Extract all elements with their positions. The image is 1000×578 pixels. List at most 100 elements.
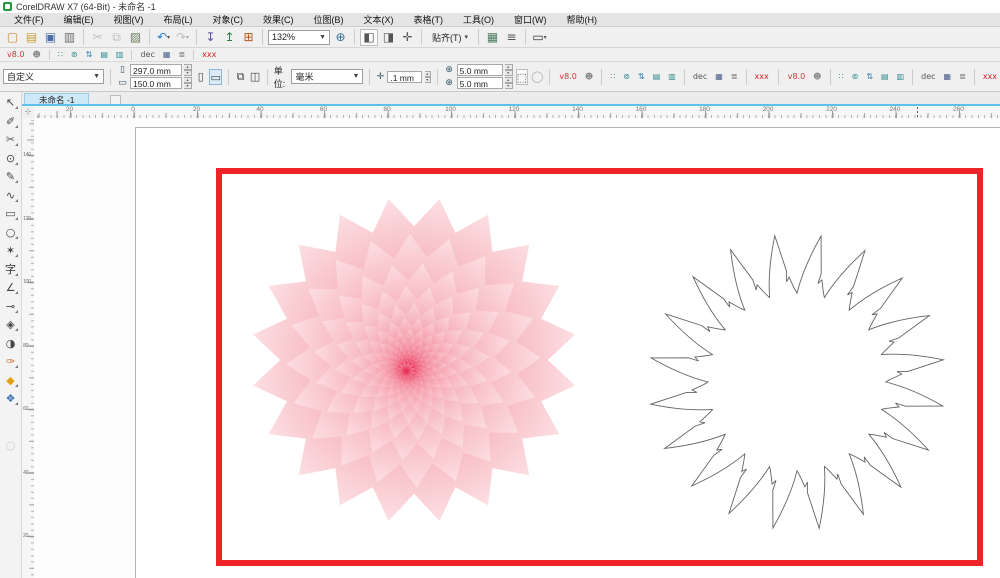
menu-item-12[interactable]: 帮助(H) [557, 13, 608, 26]
import-document-button[interactable]: ▤ [97, 49, 111, 61]
version-badge[interactable]: v8.0 [4, 49, 27, 61]
designer-profile-icon[interactable]: ☻ [810, 71, 824, 83]
rectangle-tool[interactable]: ▭ [3, 206, 18, 221]
menu-item-7[interactable]: 位图(B) [304, 13, 354, 26]
print-button[interactable]: ▥ [61, 29, 78, 46]
units-combobox[interactable]: 毫米 ▼ [291, 69, 363, 84]
layers-stack-button[interactable]: ≣ [728, 71, 741, 83]
welcome-screen-button[interactable]: ▭▾ [531, 29, 548, 46]
transparency-tool[interactable]: ◑ [3, 336, 18, 351]
export-button[interactable]: ↥ [221, 29, 238, 46]
zoom-tool[interactable]: ⊙ [3, 151, 18, 166]
import-document-button[interactable]: ▤ [650, 71, 664, 83]
designer-profile-icon[interactable]: ☻ [29, 49, 43, 61]
duplicate-x-field[interactable]: 5.0 mm [457, 64, 503, 76]
menu-item-9[interactable]: 表格(T) [404, 13, 454, 26]
rgb-cmyk-convert-button[interactable]: ⇅ [635, 71, 648, 83]
paste-button[interactable]: ▨ [127, 29, 144, 46]
open-button[interactable]: ▤ [23, 29, 40, 46]
decimal-precision-button[interactable]: dec [690, 71, 710, 83]
menu-item-6[interactable]: 效果(C) [253, 13, 304, 26]
menu-item-5[interactable]: 对象(C) [203, 13, 254, 26]
export-document-button[interactable]: ▥ [665, 71, 679, 83]
align-nodes-button[interactable]: ∷ [607, 71, 618, 83]
decimal-precision-button[interactable]: dec [918, 71, 938, 83]
rgb-cmyk-convert-button[interactable]: ⇅ [863, 71, 876, 83]
outline-pen-tool[interactable]: ○ [3, 438, 18, 453]
rgb-cmyk-convert-button[interactable]: ⇅ [83, 49, 96, 61]
xxx-macro-button[interactable]: xxx [752, 71, 772, 83]
rotate-angle-button[interactable]: ⊚ [849, 71, 862, 83]
import-button[interactable]: ↧ [202, 29, 219, 46]
polygon-tool[interactable]: ✶ [3, 243, 18, 258]
treat-as-filled-button[interactable]: ⬚ [516, 69, 528, 85]
options-button[interactable]: ▦ [484, 29, 501, 46]
application-launcher-button[interactable]: ⊞ [240, 29, 257, 46]
xxx-macro-button[interactable]: xxx [199, 49, 219, 61]
menu-item-10[interactable]: 工具(O) [453, 13, 504, 26]
menu-item-4[interactable]: 布局(L) [154, 13, 203, 26]
ellipse-tool[interactable]: ○ [3, 225, 18, 240]
undo-button[interactable]: ↶▾ [155, 29, 172, 46]
customization-button[interactable]: ≡ [503, 29, 520, 46]
menu-item-1[interactable]: 文件(F) [4, 13, 54, 26]
zoom-level-combobox[interactable]: 132% ▼ [268, 30, 330, 45]
crop-tool[interactable]: ✂ [3, 132, 18, 147]
text-tool[interactable]: 字 [3, 262, 18, 277]
current-page-button[interactable]: ◫ [249, 69, 260, 85]
print-merge-button[interactable]: ▦ [160, 49, 174, 61]
view-mode-button[interactable]: ◨ [380, 29, 397, 46]
page-width-field[interactable]: 297.0 mm [130, 64, 182, 76]
designer-profile-icon[interactable]: ☻ [582, 71, 596, 83]
shape-tool[interactable]: ✐ [3, 114, 18, 129]
color-eyedropper-tool[interactable]: ✑ [3, 354, 18, 369]
layers-stack-button[interactable]: ≣ [956, 71, 969, 83]
xxx-macro-button[interactable]: xxx [980, 71, 1000, 83]
rotate-angle-button[interactable]: ⊚ [68, 49, 81, 61]
pick-tool[interactable]: ↖ [3, 95, 18, 110]
menu-item-8[interactable]: 文本(X) [354, 13, 404, 26]
blend-flower-object[interactable] [253, 199, 575, 521]
version-badge[interactable]: v8.0 [556, 71, 579, 83]
new-document-button[interactable]: ▢ [4, 29, 21, 46]
page-width-spinner[interactable]: ▴▾ [184, 64, 192, 76]
artistic-media-tool[interactable]: ∿ [3, 188, 18, 203]
snap-to-button[interactable]: 贴齐(T) ▾ [427, 30, 473, 45]
version-badge[interactable]: v8.0 [785, 71, 808, 83]
duplicate-y-spinner[interactable]: ▴▾ [505, 77, 513, 89]
landscape-orientation-button[interactable]: ▭ [209, 69, 221, 85]
portrait-orientation-button[interactable]: ▯ [195, 69, 206, 85]
interactive-fill-tool[interactable]: ◆ [3, 373, 18, 388]
export-document-button[interactable]: ▥ [113, 49, 127, 61]
decimal-precision-button[interactable]: dec [137, 49, 157, 61]
duplicate-x-spinner[interactable]: ▴▾ [505, 64, 513, 76]
align-nodes-button[interactable]: ∷ [55, 49, 66, 61]
rotate-angle-button[interactable]: ⊚ [620, 71, 633, 83]
export-document-button[interactable]: ▥ [894, 71, 908, 83]
save-button[interactable]: ▣ [42, 29, 59, 46]
snap-options-button[interactable]: ✛ [399, 29, 416, 46]
canvas[interactable] [34, 118, 1000, 578]
full-screen-preview-button[interactable]: ◧ [360, 29, 378, 46]
duplicate-y-field[interactable]: 5.0 mm [457, 77, 503, 89]
import-document-button[interactable]: ▤ [878, 71, 892, 83]
menu-item-3[interactable]: 视图(V) [104, 13, 154, 26]
menu-item-11[interactable]: 窗口(W) [504, 13, 557, 26]
page-height-spinner[interactable]: ▴▾ [184, 77, 192, 89]
connector-tool[interactable]: ⊸ [3, 299, 18, 314]
star-outline-object[interactable] [651, 236, 944, 529]
blend-tool[interactable]: ◈ [3, 317, 18, 332]
zoom-levels-button[interactable]: ⊕ [332, 29, 349, 46]
smart-fill-tool[interactable]: ❖ [3, 391, 18, 406]
all-pages-button[interactable]: ⧉ [235, 69, 246, 85]
page-height-field[interactable]: 150.0 mm [130, 77, 182, 89]
menu-item-2[interactable]: 编辑(E) [54, 13, 104, 26]
preset-combobox[interactable]: 自定义 ▼ [3, 69, 104, 84]
dimension-tool[interactable]: ∠ [3, 280, 18, 295]
print-merge-button[interactable]: ▦ [941, 71, 955, 83]
nudge-offset-spinner[interactable]: ▴▾ [425, 71, 431, 83]
nudge-offset-field[interactable]: .1 mm [387, 71, 422, 83]
freehand-tool[interactable]: ✎ [3, 169, 18, 184]
align-nodes-button[interactable]: ∷ [836, 71, 847, 83]
print-merge-button[interactable]: ▦ [712, 71, 726, 83]
